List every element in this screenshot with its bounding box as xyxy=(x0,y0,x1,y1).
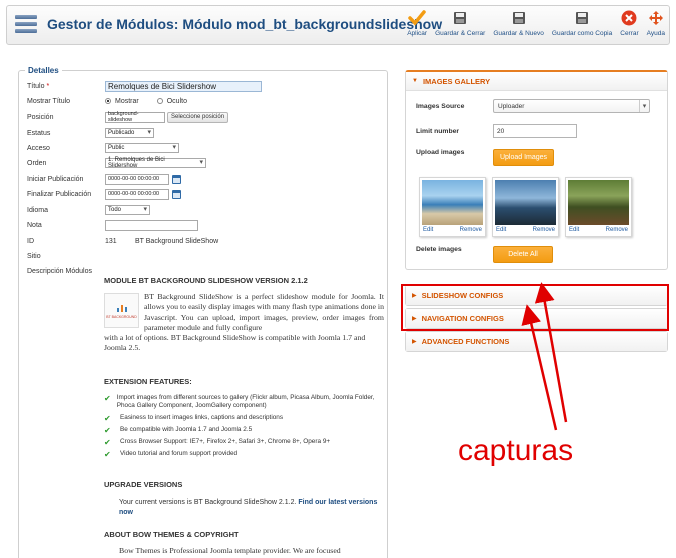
upgrade-title: UPGRADE VERSIONS xyxy=(104,480,183,489)
title-input[interactable]: Remolques de Bici Slidershow xyxy=(105,80,262,92)
show-title-radio-hide[interactable] xyxy=(156,98,163,104)
access-select[interactable]: Public xyxy=(105,143,179,153)
check-icon: ✔ xyxy=(104,449,111,459)
chevron-down-icon: ▾ xyxy=(639,100,649,112)
list-item: ✔ Easiness to insert images links, captio… xyxy=(104,413,284,423)
module-version-title: MODULE BT BACKGROUND SLIDESHOW VERSION 2… xyxy=(104,276,308,285)
save-new-button[interactable]: Guardar & Nuevo xyxy=(489,9,548,43)
calendar-icon[interactable] xyxy=(172,174,181,184)
check-icon: ✔ xyxy=(104,437,111,447)
delete-all-button[interactable]: Delete All xyxy=(493,246,553,263)
edit-link[interactable]: Edit xyxy=(423,227,433,233)
check-icon: ✔ xyxy=(104,413,111,423)
list-item: ✔ Be compatible with Joomla 1.7 and Jooml… xyxy=(104,425,253,435)
module-manager-icon xyxy=(15,15,37,37)
thumbnail-gallery: Edit Remove Edit Remove Edit Remove xyxy=(419,177,638,237)
publish-end-input[interactable]: 0000-00-00 00:00:00 xyxy=(105,188,169,200)
show-title-radio-show[interactable] xyxy=(105,98,111,104)
advanced-functions-panel: ▶ ADVANCED FUNCTIONS xyxy=(405,331,668,352)
features-list: ✔ Import images from different sources to… xyxy=(104,394,386,462)
triangle-right-icon: ▶ xyxy=(412,339,417,345)
publish-start-row: Iniciar Publicación 0000-00-00 00:00:00 xyxy=(27,172,181,186)
check-icon xyxy=(408,9,426,27)
advanced-functions-header[interactable]: ▶ ADVANCED FUNCTIONS xyxy=(406,332,667,351)
thumbnail-item: Edit Remove xyxy=(492,177,559,237)
module-logo: BT BACKGROUND xyxy=(104,293,139,328)
module-description: BT Background SlideShow is a perfect sli… xyxy=(144,292,384,333)
page-title: Gestor de Módulos: Módulo mod_bt_backgro… xyxy=(47,16,443,32)
check-icon: ✔ xyxy=(104,425,111,435)
floppy-icon xyxy=(453,9,467,27)
limit-number-input[interactable]: 20 xyxy=(493,124,577,138)
chart-logo-icon xyxy=(116,304,127,312)
show-title-row: Mostrar Título Mostrar Oculto xyxy=(27,97,187,105)
note-input[interactable] xyxy=(105,219,198,231)
edit-link[interactable]: Edit xyxy=(496,227,506,233)
list-item: ✔ Import images from different sources to… xyxy=(104,394,375,410)
about-title: ABOUT BOW THEMES & COPYRIGHT xyxy=(104,530,239,539)
status-row: Estatus Publicado xyxy=(27,126,154,140)
edit-link[interactable]: Edit xyxy=(569,227,579,233)
floppy-icon xyxy=(575,9,589,27)
toolbar-header: Gestor de Módulos: Módulo mod_bt_backgro… xyxy=(6,5,670,45)
triangle-down-icon: ▼ xyxy=(412,78,418,84)
status-select[interactable]: Publicado xyxy=(105,128,154,138)
delete-images-row: Delete images Delete All xyxy=(416,246,553,263)
order-select[interactable]: 1. Remolques de Bici Slidershow xyxy=(105,157,206,169)
title-row: Título * Remolques de Bici Slidershow xyxy=(27,79,262,93)
module-type: BT Background SlideShow xyxy=(135,237,219,245)
annotation-highlight-box xyxy=(401,284,669,331)
note-row: Nota xyxy=(27,218,198,232)
features-title: EXTENSION FEATURES: xyxy=(104,377,192,386)
remove-link[interactable]: Remove xyxy=(460,227,482,233)
list-item: ✔ Cross Browser Support: IE7+, Firefox 2+… xyxy=(104,437,331,447)
access-row: Acceso Public xyxy=(27,141,179,155)
upload-images-row: Upload images Upload Images xyxy=(416,149,554,166)
id-row: ID 131 BT Background SlideShow xyxy=(27,237,219,245)
publish-start-input[interactable]: 0000-00-00 00:00:00 xyxy=(105,173,169,185)
limit-number-row: Limit number 20 xyxy=(416,124,577,138)
site-row: Sitio xyxy=(27,252,41,260)
order-row: Orden 1. Remolques de Bici Slidershow xyxy=(27,156,206,170)
floppy-icon xyxy=(512,9,526,27)
language-row: Idioma Todo xyxy=(27,203,150,217)
images-source-select[interactable]: Uploader ▾ xyxy=(493,99,650,113)
help-button[interactable]: Ayuda xyxy=(643,9,669,43)
apply-button[interactable]: Aplicar xyxy=(403,9,431,43)
close-icon xyxy=(621,9,637,27)
thumbnail-item: Edit Remove xyxy=(565,177,632,237)
upload-images-button[interactable]: Upload Images xyxy=(493,149,554,166)
calendar-icon[interactable] xyxy=(172,189,181,199)
check-icon: ✔ xyxy=(104,394,111,403)
list-item: ✔ Video tutorial and forum support provid… xyxy=(104,449,238,459)
about-text: Bow Themes is Professional Joomla templa… xyxy=(119,546,341,555)
position-row: Posición background-slideshow Seleccione… xyxy=(27,110,229,124)
remove-link[interactable]: Remove xyxy=(533,227,555,233)
help-icon xyxy=(648,9,664,27)
remove-link[interactable]: Remove xyxy=(606,227,628,233)
publish-end-row: Finalizar Publicación 0000-00-00 00:00:0… xyxy=(27,187,181,201)
select-position-button[interactable]: Seleccione posición xyxy=(167,111,229,123)
upgrade-text: Your current versions is BT Background S… xyxy=(119,499,378,516)
forest-bike-image xyxy=(568,180,629,225)
close-button[interactable]: Cerrar xyxy=(616,9,642,43)
language-select[interactable]: Todo xyxy=(105,205,150,215)
position-input[interactable]: background-slideshow xyxy=(105,111,165,123)
images-source-row: Images Source Uploader ▾ xyxy=(416,99,650,113)
save-copy-button[interactable]: Guardar como Copia xyxy=(548,9,616,43)
thumbnail-item: Edit Remove xyxy=(419,177,486,237)
id-value: 131 xyxy=(105,237,117,245)
toolbar: Aplicar Guardar & Cerrar Guardar & Nuevo… xyxy=(403,9,669,43)
save-close-button[interactable]: Guardar & Cerrar xyxy=(431,9,489,43)
sunset-bike-image xyxy=(495,180,556,225)
beach-bike-image xyxy=(422,180,483,225)
module-description-cont: with a lot of options. BT Background Sli… xyxy=(104,333,366,353)
annotation-label: capturas xyxy=(458,434,574,467)
details-legend: Detalles xyxy=(25,66,62,75)
images-gallery-header[interactable]: ▼ IMAGES GALLERY xyxy=(406,72,667,91)
